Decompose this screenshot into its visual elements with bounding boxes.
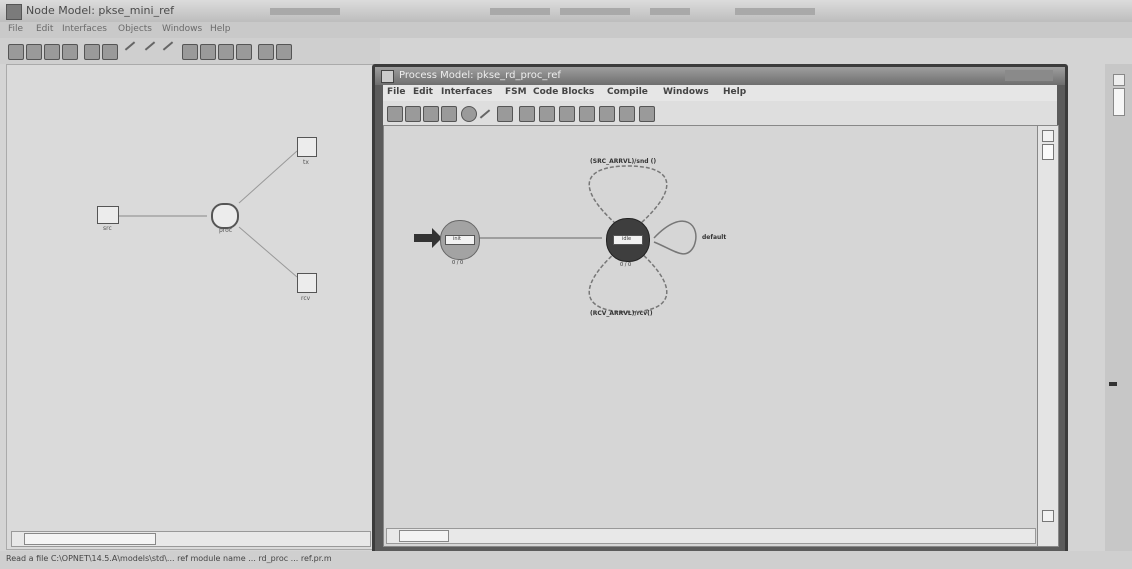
status-bar: Read a file C:\OPNET\14.5.A\models\std\.… <box>0 551 1132 569</box>
fsm-horizontal-scrollbar[interactable] <box>386 528 1036 544</box>
link-icon[interactable] <box>124 41 136 51</box>
compile-icon[interactable] <box>639 106 655 122</box>
print-icon[interactable] <box>441 106 457 122</box>
title-blur <box>650 8 690 15</box>
receiver-icon[interactable] <box>200 44 216 60</box>
pmenu-compile[interactable]: Compile <box>607 87 648 97</box>
function-block-icon[interactable] <box>579 106 595 122</box>
processor-node-icon[interactable] <box>84 44 100 60</box>
fsm-vertical-scrollbar[interactable] <box>1037 125 1059 547</box>
src-node-icon[interactable] <box>97 206 119 224</box>
process-toolbar <box>383 101 1057 125</box>
menu-interfaces[interactable]: Interfaces <box>62 24 107 34</box>
mouse-cursor-icon <box>1109 382 1117 386</box>
process-model-icon <box>381 70 394 83</box>
menu-edit[interactable]: Edit <box>36 24 53 34</box>
termination-block-icon[interactable] <box>619 106 635 122</box>
transition-label[interactable]: (SRC_ARRVL)/snd () <box>590 158 656 165</box>
pmenu-windows[interactable]: Windows <box>663 87 709 97</box>
scroll-thumb[interactable] <box>1113 88 1125 116</box>
pmenu-help[interactable]: Help <box>723 87 746 97</box>
pmenu-fsm[interactable]: FSM <box>505 87 527 97</box>
state-name-box: idle <box>613 235 643 245</box>
set-initial-state-icon[interactable] <box>497 106 513 122</box>
save-icon[interactable] <box>423 106 439 122</box>
menu-objects[interactable]: Objects <box>118 24 152 34</box>
state-counter: 0 / 0 <box>452 260 464 266</box>
pmenu-code-blocks[interactable]: Code Blocks <box>533 87 594 97</box>
state-name-box: init <box>445 235 475 245</box>
scroll-thumb[interactable] <box>1042 144 1054 160</box>
pmenu-edit[interactable]: Edit <box>413 87 433 97</box>
scroll-thumb[interactable] <box>399 530 449 542</box>
node-label: rcv <box>301 295 311 302</box>
node-label: src <box>103 225 112 232</box>
state-idle[interactable]: idle <box>606 218 650 262</box>
status-text: Read a file C:\OPNET\14.5.A\models\std\.… <box>6 554 332 563</box>
node-model-canvas[interactable]: src proc tx rcv <box>6 64 376 550</box>
scroll-thumb[interactable] <box>24 533 156 545</box>
window-controls[interactable] <box>1005 70 1053 81</box>
process-model-window[interactable]: Process Model: pkse_rd_proc_ref File Edi… <box>372 64 1068 558</box>
proc-node-icon[interactable] <box>211 203 239 229</box>
print-icon[interactable] <box>62 44 78 60</box>
antenna-icon[interactable] <box>258 44 274 60</box>
queue-node-icon[interactable] <box>102 44 118 60</box>
radio-icon[interactable] <box>276 44 292 60</box>
transition-label[interactable]: default <box>702 234 726 241</box>
app-icon <box>6 4 22 20</box>
title-blur <box>270 8 340 15</box>
tx-node-icon[interactable] <box>297 137 317 157</box>
main-menu-bar: File Edit Interfaces Objects Windows Hel… <box>0 22 1132 38</box>
open-folder-icon[interactable] <box>405 106 421 122</box>
pmenu-interfaces[interactable]: Interfaces <box>441 87 492 97</box>
create-transition-icon[interactable] <box>479 109 491 119</box>
node-label: tx <box>303 159 309 166</box>
temp-variables-icon[interactable] <box>539 106 555 122</box>
menu-windows[interactable]: Windows <box>162 24 202 34</box>
main-vertical-scrollbar[interactable] <box>1105 64 1132 551</box>
open-folder-icon[interactable] <box>26 44 42 60</box>
new-icon[interactable] <box>387 106 403 122</box>
title-blur <box>735 8 815 15</box>
menu-help[interactable]: Help <box>210 24 231 34</box>
main-toolbar <box>0 38 380 64</box>
process-window-title: Process Model: pkse_rd_proc_ref <box>399 70 561 81</box>
process-window-title-bar[interactable]: Process Model: pkse_rd_proc_ref <box>375 67 1065 85</box>
title-blur <box>560 8 630 15</box>
state-counter: 0 / 0 <box>620 262 632 268</box>
scroll-up-icon[interactable] <box>1113 74 1125 86</box>
stream-icon[interactable] <box>144 41 156 51</box>
transmitter-icon[interactable] <box>182 44 198 60</box>
rcv-node-icon[interactable] <box>297 273 317 293</box>
window-title: Node Model: pkse_mini_ref <box>26 4 175 17</box>
transition-label[interactable]: (RCV_ARRVL)/rcv() <box>590 310 653 317</box>
fsm-canvas[interactable]: init 0 / 0 idle 0 / 0 (SRC_ARRVL)/snd ()… <box>383 125 1039 547</box>
diagnostic-block-icon[interactable] <box>599 106 615 122</box>
state-name: init <box>453 236 461 242</box>
state-name: idle <box>622 236 632 242</box>
scroll-up-icon[interactable] <box>1042 130 1054 142</box>
bus-tx-icon[interactable] <box>218 44 234 60</box>
left-horizontal-scrollbar[interactable] <box>11 531 371 547</box>
save-icon[interactable] <box>44 44 60 60</box>
new-icon[interactable] <box>8 44 24 60</box>
create-state-icon[interactable] <box>461 106 477 122</box>
bus-rx-icon[interactable] <box>236 44 252 60</box>
title-blur <box>490 8 550 15</box>
state-init[interactable]: init <box>440 220 480 260</box>
process-menu-bar: File Edit Interfaces FSM Code Blocks Com… <box>383 85 1057 101</box>
main-title-bar: Node Model: pkse_mini_ref <box>0 0 1132 22</box>
menu-file[interactable]: File <box>8 24 23 34</box>
node-label: proc <box>219 227 233 234</box>
pmenu-file[interactable]: File <box>387 87 405 97</box>
statwire-icon[interactable] <box>162 41 174 51</box>
fsm-transitions <box>414 165 697 313</box>
node-links <box>119 150 298 278</box>
header-block-icon[interactable] <box>559 106 575 122</box>
scroll-down-icon[interactable] <box>1042 510 1054 522</box>
state-variables-icon[interactable] <box>519 106 535 122</box>
